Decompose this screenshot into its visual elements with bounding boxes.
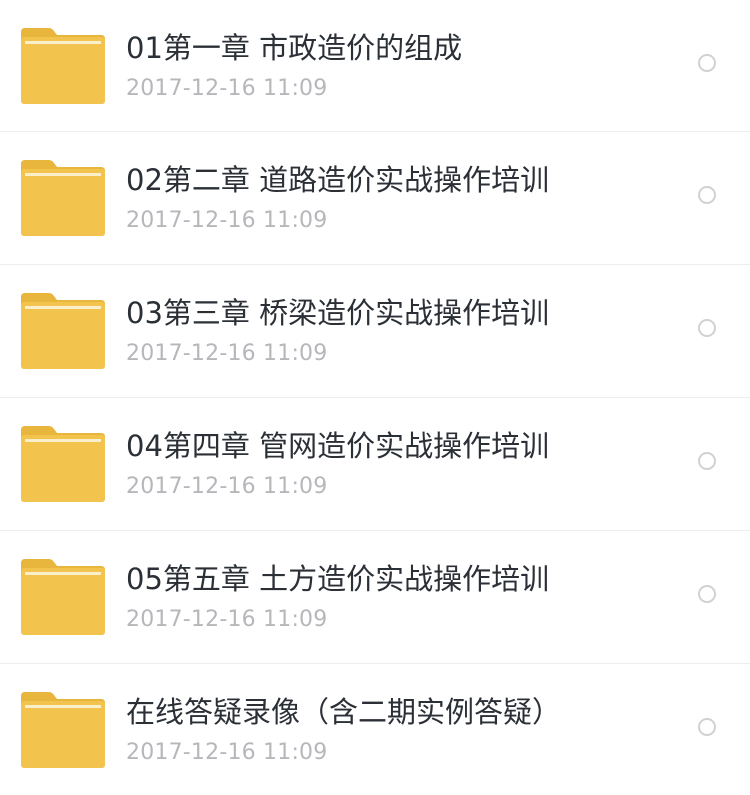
file-name: 01第一章 市政造价的组成 bbox=[126, 31, 463, 65]
file-date: 2017-12-16 11:09 bbox=[126, 607, 328, 632]
folder-icon bbox=[21, 426, 105, 502]
file-name: 在线答疑录像（含二期实例答疑） bbox=[126, 695, 562, 729]
file-name: 04第四章 管网造价实战操作培训 bbox=[126, 429, 550, 463]
folder-icon bbox=[21, 692, 105, 768]
file-name: 02第二章 道路造价实战操作培训 bbox=[126, 163, 550, 197]
file-date: 2017-12-16 11:09 bbox=[126, 474, 328, 499]
file-name: 05第五章 土方造价实战操作培训 bbox=[126, 562, 550, 596]
file-date: 2017-12-16 11:09 bbox=[126, 341, 328, 366]
folder-icon bbox=[21, 28, 105, 104]
file-date: 2017-12-16 11:09 bbox=[126, 76, 328, 101]
folder-icon bbox=[21, 559, 105, 635]
select-radio[interactable] bbox=[698, 54, 716, 72]
file-date: 2017-12-16 11:09 bbox=[126, 740, 328, 765]
file-list: 01第一章 市政造价的组成 2017-12-16 11:09 02第二章 道路造… bbox=[0, 0, 750, 795]
file-name: 03第三章 桥梁造价实战操作培训 bbox=[126, 296, 550, 330]
file-list-item[interactable]: 在线答疑录像（含二期实例答疑） 2017-12-16 11:09 bbox=[0, 664, 750, 795]
file-list-item[interactable]: 05第五章 土方造价实战操作培训 2017-12-16 11:09 bbox=[0, 531, 750, 664]
folder-icon bbox=[21, 160, 105, 236]
file-list-item[interactable]: 01第一章 市政造价的组成 2017-12-16 11:09 bbox=[0, 0, 750, 132]
select-radio[interactable] bbox=[698, 186, 716, 204]
select-radio[interactable] bbox=[698, 718, 716, 736]
select-radio[interactable] bbox=[698, 585, 716, 603]
select-radio[interactable] bbox=[698, 452, 716, 470]
folder-icon bbox=[21, 293, 105, 369]
select-radio[interactable] bbox=[698, 319, 716, 337]
file-list-item[interactable]: 04第四章 管网造价实战操作培训 2017-12-16 11:09 bbox=[0, 398, 750, 531]
file-list-item[interactable]: 03第三章 桥梁造价实战操作培训 2017-12-16 11:09 bbox=[0, 265, 750, 398]
file-list-item[interactable]: 02第二章 道路造价实战操作培训 2017-12-16 11:09 bbox=[0, 132, 750, 265]
file-date: 2017-12-16 11:09 bbox=[126, 208, 328, 233]
